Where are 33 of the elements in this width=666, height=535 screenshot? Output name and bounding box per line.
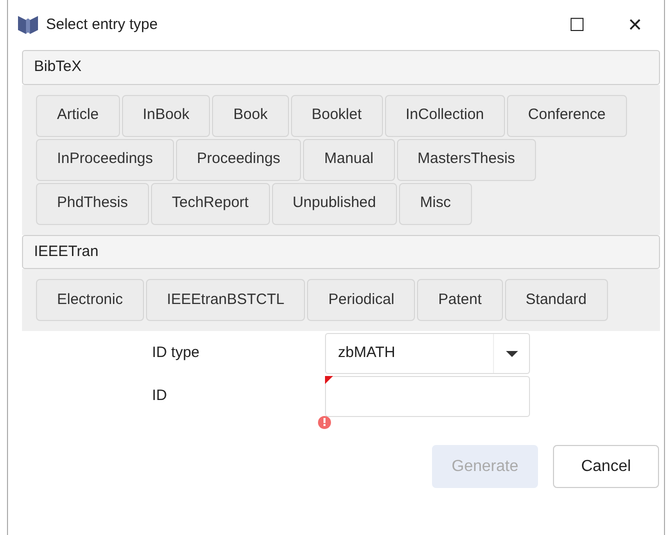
field-label: ID type bbox=[152, 343, 201, 364]
entry-type-button[interactable]: PhdThesis bbox=[36, 182, 149, 224]
entry-type-button[interactable]: InProceedings bbox=[36, 138, 174, 180]
group-header: IEEETran bbox=[22, 234, 660, 269]
entry-type-button[interactable]: Article bbox=[36, 94, 120, 136]
entry-type-button[interactable]: InBook bbox=[122, 94, 210, 136]
entry-type-button[interactable]: Misc bbox=[399, 182, 472, 224]
entry-type-button[interactable]: Periodical bbox=[307, 279, 416, 321]
field-label: ID bbox=[152, 386, 168, 406]
entry-type-button[interactable]: Conference bbox=[507, 94, 627, 136]
entry-type-button[interactable]: Patent bbox=[417, 279, 503, 321]
entry-type-button[interactable]: Proceedings bbox=[176, 138, 302, 180]
entry-type-button[interactable]: Booklet bbox=[290, 94, 383, 136]
close-button[interactable]: ✕ bbox=[606, 10, 664, 40]
group-header: BibTeX bbox=[22, 50, 660, 84]
entry-type-button[interactable]: MastersThesis bbox=[396, 138, 536, 180]
caret-icon bbox=[506, 350, 518, 356]
app-logo-icon bbox=[17, 14, 39, 36]
entry-type-button[interactable]: Unpublished bbox=[272, 182, 397, 224]
cancel-button[interactable]: Cancel bbox=[553, 445, 659, 488]
entry-type-button[interactable]: IEEEtranBSTCTL bbox=[146, 279, 306, 321]
id-type-dropdown[interactable]: zbMATH bbox=[325, 333, 530, 374]
entry-type-button[interactable]: Book bbox=[212, 94, 289, 136]
maximize-button[interactable]: ☐ bbox=[548, 10, 606, 40]
entry-type-button[interactable]: Standard bbox=[504, 279, 608, 321]
id-input-field[interactable] bbox=[325, 376, 530, 417]
entry-type-button[interactable]: InCollection bbox=[384, 94, 506, 136]
error-corner-icon bbox=[325, 376, 333, 384]
error-icon bbox=[318, 416, 331, 429]
window-title: Select entry type bbox=[46, 14, 159, 35]
entry-type-button[interactable]: Manual bbox=[303, 138, 394, 180]
entry-type-button[interactable]: Electronic bbox=[36, 279, 144, 321]
entry-type-button[interactable]: TechReport bbox=[150, 182, 270, 224]
